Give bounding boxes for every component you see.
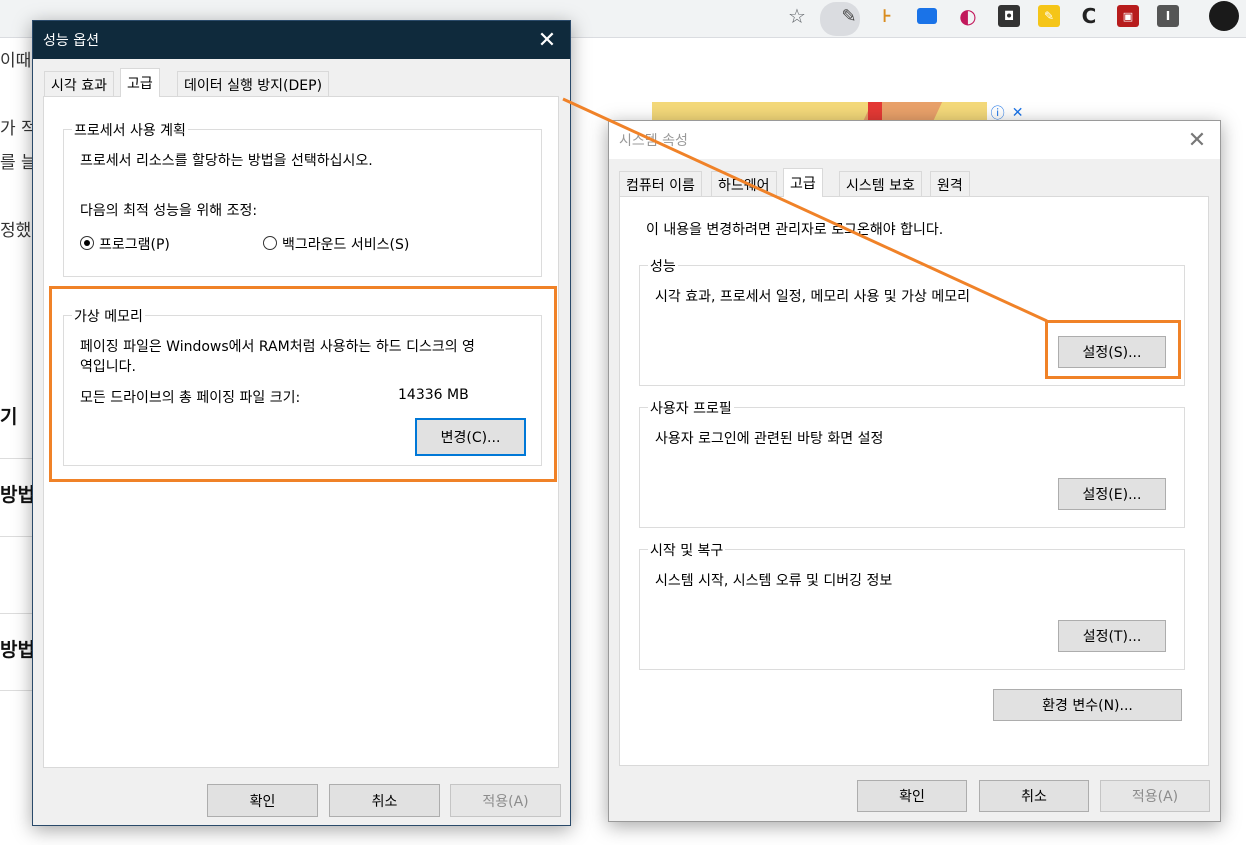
group-title: 시작 및 복구 xyxy=(648,540,726,560)
apply-button[interactable]: 적용(A) xyxy=(450,784,561,817)
extension-icon[interactable]: ⊦ xyxy=(876,5,898,27)
divider xyxy=(0,536,34,537)
tab-advanced[interactable]: 고급 xyxy=(783,168,823,197)
extension-icon[interactable]: ◐ xyxy=(957,4,979,28)
page-heading-fragment[interactable]: 방법 xyxy=(0,480,35,507)
extension-icon[interactable]: ▣ xyxy=(1117,5,1139,27)
system-properties-dialog: 시스템 속성 ✕ 컴퓨터 이름 하드웨어 고급 시스템 보호 원격 이 내용을 … xyxy=(608,120,1221,822)
tab-remote[interactable]: 원격 xyxy=(930,171,970,197)
adjust-label: 다음의 최적 성능을 위해 조정: xyxy=(80,203,258,219)
titlebar: 시스템 속성 xyxy=(609,121,1220,159)
page-heading-fragment[interactable]: 방법 xyxy=(0,635,35,662)
performance-options-dialog: 성능 옵션 ✕ 시각 효과 고급 데이터 실행 방지(DEP) 프로세서 사용 … xyxy=(32,20,571,826)
divider xyxy=(0,613,34,614)
tab-computer-name[interactable]: 컴퓨터 이름 xyxy=(619,171,702,197)
radio-programs[interactable] xyxy=(80,236,94,250)
group-description: 시각 효과, 프로세서 일정, 메모리 사용 및 가상 메모리 xyxy=(655,289,970,305)
apply-button[interactable]: 적용(A) xyxy=(1100,780,1210,812)
group-description: 프로세서 리소스를 할당하는 방법을 선택하십시오. xyxy=(80,153,373,169)
group-title: 성능 xyxy=(648,256,678,276)
highlight-box xyxy=(49,286,557,482)
profile-avatar[interactable] xyxy=(1209,1,1239,31)
startup-recovery-group: 시작 및 복구 시스템 시작, 시스템 오류 및 디버깅 정보 설정(T)... xyxy=(639,540,1185,670)
tab-visual-effects[interactable]: 시각 효과 xyxy=(44,71,114,97)
processor-group: 프로세서 사용 계획 프로세서 리소스를 할당하는 방법을 선택하십시오. 다음… xyxy=(63,120,542,277)
close-icon[interactable]: ✕ xyxy=(524,21,570,59)
dialog-title: 시스템 속성 xyxy=(619,133,688,149)
extension-icon[interactable]: ✎ xyxy=(1038,5,1060,27)
ad-image xyxy=(868,102,882,120)
tab-panel: 이 내용을 변경하려면 관리자로 로그온해야 합니다. 성능 시각 효과, 프로… xyxy=(619,196,1209,766)
radio-label[interactable]: 프로그램(P) xyxy=(99,234,170,254)
startup-recovery-settings-button[interactable]: 설정(T)... xyxy=(1058,620,1166,652)
cancel-button[interactable]: 취소 xyxy=(329,784,440,817)
group-description: 사용자 로그인에 관련된 바탕 화면 설정 xyxy=(655,431,884,447)
admin-notice: 이 내용을 변경하려면 관리자로 로그온해야 합니다. xyxy=(646,222,944,238)
extension-icon[interactable]: ◘ xyxy=(998,5,1020,27)
page-text-fragment: 정했 xyxy=(0,221,32,241)
page-heading-fragment: 기 xyxy=(0,406,18,428)
titlebar: 성능 옵션 xyxy=(33,21,570,59)
divider xyxy=(0,690,34,691)
page-text-fragment: 이때 xyxy=(0,51,32,71)
group-title: 사용자 프로필 xyxy=(648,398,734,418)
group-description: 시스템 시작, 시스템 오류 및 디버깅 정보 xyxy=(655,573,893,589)
close-icon[interactable]: ✕ xyxy=(1012,105,1024,121)
radio-label[interactable]: 백그라운드 서비스(S) xyxy=(282,234,409,254)
ok-button[interactable]: 확인 xyxy=(207,784,318,817)
extension-icon[interactable]: C xyxy=(1078,4,1100,28)
user-profile-group: 사용자 프로필 사용자 로그인에 관련된 바탕 화면 설정 설정(E)... xyxy=(639,398,1185,528)
user-profile-settings-button[interactable]: 설정(E)... xyxy=(1058,478,1166,510)
highlight-box xyxy=(1045,320,1181,379)
cancel-button[interactable]: 취소 xyxy=(979,780,1089,812)
tab-dep[interactable]: 데이터 실행 방지(DEP) xyxy=(177,71,330,97)
group-title: 프로세서 사용 계획 xyxy=(72,120,188,140)
extension-icon[interactable]: I xyxy=(1157,5,1179,27)
environment-variables-button[interactable]: 환경 변수(N)... xyxy=(993,689,1182,721)
close-icon[interactable]: ✕ xyxy=(1174,121,1220,159)
eyedropper-icon[interactable]: ✎ xyxy=(838,5,860,27)
tab-system-protection[interactable]: 시스템 보호 xyxy=(839,171,922,197)
dialog-title: 성능 옵션 xyxy=(43,33,99,49)
tab-advanced[interactable]: 고급 xyxy=(120,68,160,97)
ok-button[interactable]: 확인 xyxy=(857,780,967,812)
tab-hardware[interactable]: 하드웨어 xyxy=(711,171,777,197)
extension-icon[interactable] xyxy=(917,8,937,24)
radio-background-services[interactable] xyxy=(263,236,277,250)
divider xyxy=(0,458,34,459)
star-icon[interactable]: ☆ xyxy=(786,4,808,28)
